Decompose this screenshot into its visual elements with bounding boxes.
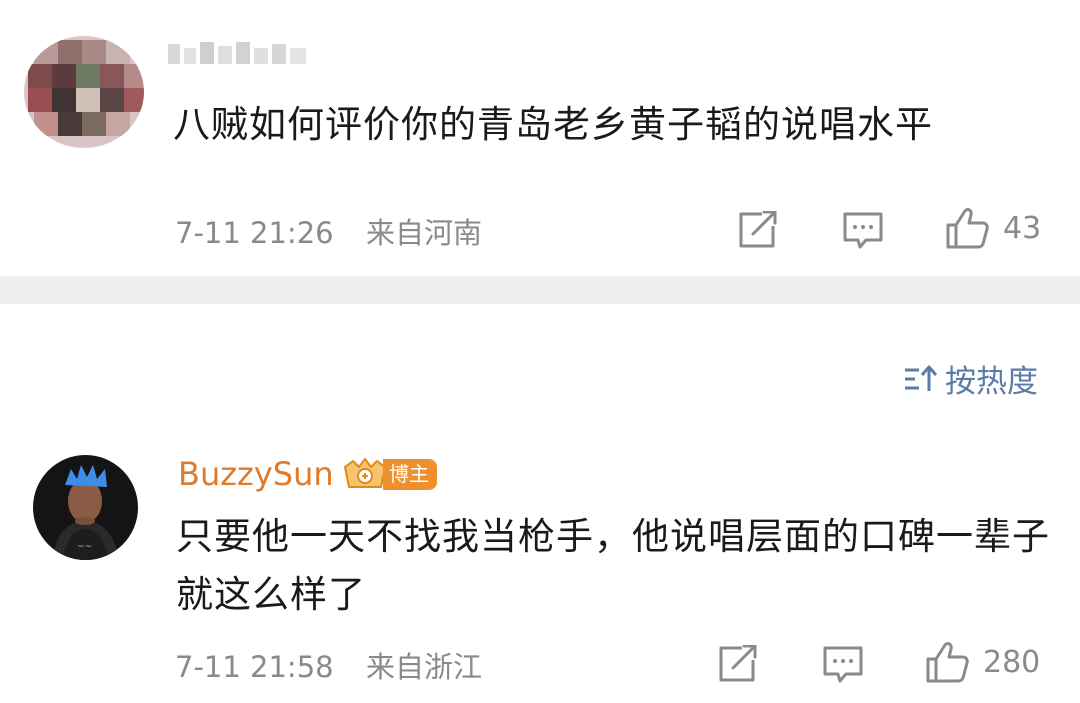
sort-label: 按热度	[945, 364, 1038, 400]
sort-icon	[905, 365, 937, 391]
comment-time: 7-11 21:58	[175, 650, 334, 684]
svg-text:~~: ~~	[77, 542, 92, 552]
comment-page: 八贼如何评价你的青岛老乡黄子韬的说唱水平 7-11 21:26 来自河南 43 …	[0, 0, 1080, 703]
username-blurred[interactable]	[166, 38, 314, 72]
share-icon	[739, 211, 777, 248]
comment-text: 八贼如何评价你的青岛老乡黄子韬的说唱水平	[173, 103, 933, 146]
comment-location: 来自浙江	[366, 650, 483, 684]
like-icon	[926, 642, 969, 683]
comment-item: 八贼如何评价你的青岛老乡黄子韬的说唱水平 7-11 21:26 来自河南 43	[0, 0, 1080, 276]
like-count: 280	[983, 644, 1041, 680]
share-icon	[719, 645, 757, 682]
comment-button[interactable]	[842, 211, 884, 251]
comment-icon	[843, 212, 883, 249]
comment-meta: 7-11 21:26 来自河南	[175, 210, 482, 252]
badge-label: 博主	[383, 458, 437, 490]
share-button[interactable]	[738, 211, 778, 249]
like-count: 43	[1003, 210, 1042, 246]
username[interactable]: BuzzySun	[178, 455, 334, 493]
comment-location: 来自河南	[366, 216, 483, 250]
comment-icon	[823, 646, 863, 683]
share-button[interactable]	[718, 645, 758, 683]
comment-text: 只要他一天不找我当枪手，他说唱层面的口碑一辈子就这么样了	[176, 515, 1050, 616]
vip-crown-icon	[344, 458, 386, 488]
avatar[interactable]: ~~	[33, 455, 138, 560]
comment-button[interactable]	[822, 645, 864, 685]
sort-by-hot-button[interactable]: 按热度	[903, 356, 1038, 401]
comment-time: 7-11 21:26	[175, 216, 334, 250]
avatar[interactable]	[24, 36, 144, 148]
comment-meta: 7-11 21:58 来自浙江	[175, 644, 482, 686]
like-icon	[946, 208, 989, 249]
like-button[interactable]: 43	[945, 206, 1041, 250]
blogger-badge: 博主	[343, 457, 437, 491]
section-divider	[0, 276, 1080, 304]
like-button[interactable]: 280	[925, 640, 1040, 684]
